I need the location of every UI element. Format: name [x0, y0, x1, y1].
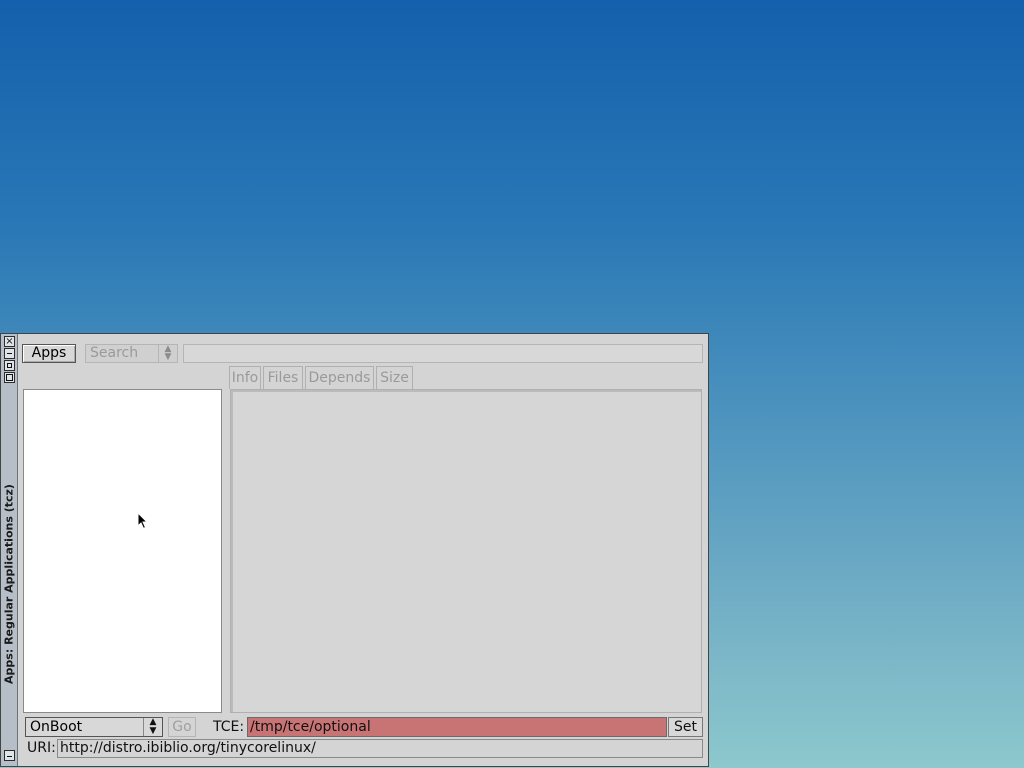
set-button[interactable]: Set [668, 717, 703, 737]
up-down-arrows-icon: ▲ ▼ [143, 718, 162, 736]
iconify-button[interactable] [4, 750, 15, 761]
maximize-button[interactable] [4, 360, 15, 371]
details-panel [230, 389, 702, 713]
tce-dir-field[interactable]: /tmp/tce/optional [247, 717, 667, 737]
shade-icon [6, 374, 13, 381]
minimize-icon [7, 353, 12, 354]
minimize-button[interactable] [4, 348, 15, 359]
install-mode-label: OnBoot [30, 719, 83, 735]
close-button[interactable]: × [4, 336, 15, 347]
app-list[interactable] [23, 389, 222, 713]
tce-label: TCE: [213, 719, 245, 735]
search-input[interactable] [183, 344, 703, 363]
search-mode-select[interactable]: Search ▲ ▼ [85, 344, 178, 363]
tab-files[interactable]: Files [263, 366, 303, 389]
uri-label: URI: [27, 740, 56, 756]
apps-menu-button[interactable]: Apps [22, 344, 76, 363]
up-down-arrows-icon: ▲ ▼ [158, 345, 177, 362]
go-button[interactable]: Go [168, 717, 196, 737]
window-title: Apps: Regular Applications (tcz) [2, 484, 16, 684]
install-mode-select[interactable]: OnBoot ▲ ▼ [25, 717, 163, 737]
arrow-cursor-icon [137, 511, 149, 534]
uri-field[interactable]: http://distro.ibiblio.org/tinycorelinux/ [57, 739, 703, 758]
maximize-icon [7, 363, 12, 368]
shade-button[interactable] [4, 372, 15, 383]
window-titlebar[interactable]: × Apps: Regular Applications (tcz) [1, 334, 18, 766]
tab-info[interactable]: Info [229, 366, 261, 389]
tab-depends[interactable]: Depends [305, 366, 374, 389]
search-mode-label: Search [90, 345, 139, 361]
iconify-icon [7, 756, 12, 757]
apps-window: × Apps: Regular Applications (tcz) Apps … [0, 333, 709, 767]
tab-size[interactable]: Size [376, 366, 413, 389]
window-content: Apps Search ▲ ▼ Info Files Depends Size O… [19, 334, 708, 766]
